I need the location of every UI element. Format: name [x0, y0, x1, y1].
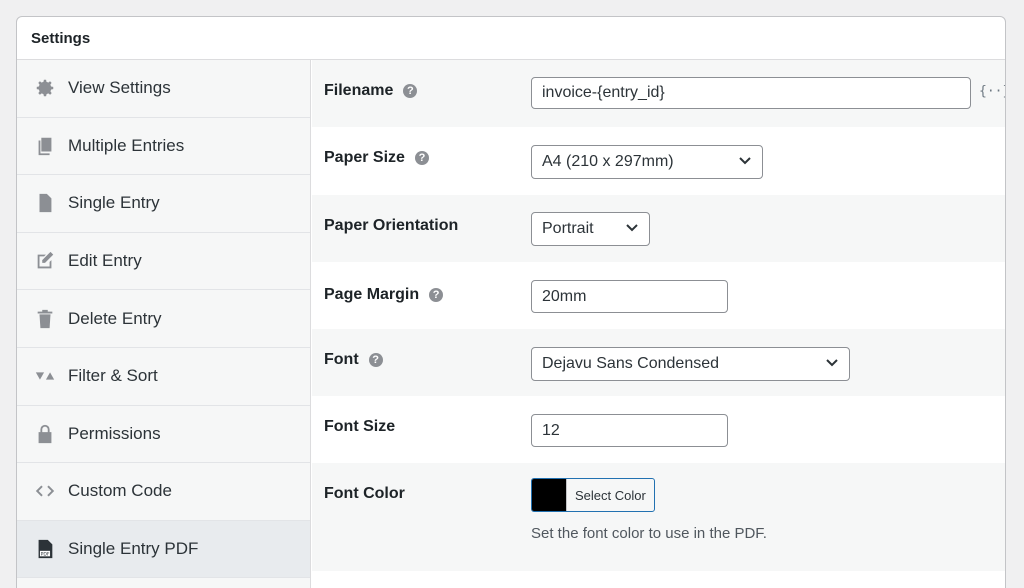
sidebar-item-single-entry-pdf[interactable]: PDF Single Entry PDF	[17, 520, 310, 579]
sidebar-item-custom-code[interactable]: Custom Code	[17, 463, 310, 521]
copy-icon	[33, 134, 57, 158]
settings-content: Filename ? invoice-{entry_id} {··} Paper…	[312, 60, 1005, 588]
paper-size-row: Paper Size ? A4 (210 x 297mm)	[312, 127, 1005, 195]
sidebar-item-label: Single Entry PDF	[68, 539, 199, 559]
font-color-description: Set the font color to use in the PDF.	[531, 525, 767, 542]
panel-title: Settings	[17, 17, 1005, 60]
sidebar-item-delete-entry[interactable]: Delete Entry	[17, 290, 310, 348]
help-icon[interactable]: ?	[368, 353, 383, 367]
chevron-down-icon	[825, 355, 839, 374]
gear-icon	[33, 76, 57, 100]
trash-icon	[33, 307, 57, 331]
font-select[interactable]: Dejavu Sans Condensed	[531, 347, 850, 381]
lock-icon	[33, 422, 57, 446]
font-label: Font	[324, 351, 359, 368]
font-size-input[interactable]: 12	[531, 414, 728, 447]
merge-tag-icon[interactable]: {··}	[979, 84, 1005, 99]
filename-row: Filename ? invoice-{entry_id} {··}	[312, 60, 1005, 127]
paper-size-label: Paper Size	[324, 149, 405, 166]
chevron-down-icon	[738, 153, 752, 172]
sidebar-item-label: Multiple Entries	[68, 135, 185, 155]
font-size-label: Font Size	[324, 418, 396, 435]
settings-sidebar: View Settings Multiple Entries Single En…	[17, 60, 311, 588]
font-value: Dejavu Sans Condensed	[542, 355, 720, 372]
font-row: Font ? Dejavu Sans Condensed	[312, 329, 1005, 396]
svg-text:PDF: PDF	[41, 551, 50, 557]
font-color-label: Font Color	[324, 485, 405, 502]
pdf-icon: PDF	[33, 537, 57, 561]
sidebar-item-label: Permissions	[68, 423, 161, 443]
paper-size-select[interactable]: A4 (210 x 297mm)	[531, 145, 763, 179]
sidebar-item-label: Single Entry	[68, 193, 160, 213]
sidebar-item-label: View Settings	[68, 78, 171, 98]
color-swatch	[532, 479, 567, 511]
help-icon[interactable]: ?	[429, 288, 444, 302]
paper-orientation-row: Paper Orientation Portrait	[312, 195, 1005, 262]
paper-size-value: A4 (210 x 297mm)	[542, 153, 674, 170]
paper-orientation-select[interactable]: Portrait	[531, 212, 650, 246]
paper-orientation-value: Portrait	[542, 220, 594, 237]
help-icon[interactable]: ?	[414, 151, 429, 165]
filename-input[interactable]: invoice-{entry_id}	[531, 77, 971, 109]
sidebar-item-label: Custom Code	[68, 481, 172, 501]
edit-icon	[33, 249, 57, 273]
filter-icon	[33, 364, 57, 388]
page-margin-input[interactable]: 20mm	[531, 280, 728, 313]
sidebar-item-label: Edit Entry	[68, 251, 142, 271]
filename-label: Filename	[324, 82, 394, 99]
sidebar-item-label: Delete Entry	[68, 308, 162, 328]
chevron-down-icon	[625, 220, 639, 239]
sidebar-item-view-settings[interactable]: View Settings	[17, 60, 310, 118]
sidebar-item-multiple-entries[interactable]: Multiple Entries	[17, 118, 310, 176]
page-margin-row: Page Margin ? 20mm	[312, 262, 1005, 329]
select-color-label: Select Color	[575, 487, 646, 503]
help-icon[interactable]: ?	[403, 84, 418, 98]
paper-orientation-label: Paper Orientation	[324, 217, 459, 234]
font-color-row: Font Color Select Color Set the font col…	[312, 463, 1005, 571]
document-icon	[33, 191, 57, 215]
sidebar-item-edit-entry[interactable]: Edit Entry	[17, 233, 310, 291]
code-icon	[33, 479, 57, 503]
select-color-button[interactable]: Select Color	[531, 478, 655, 512]
settings-panel: Settings View Settings Multiple Entries …	[16, 16, 1006, 588]
sidebar-item-label: Filter & Sort	[68, 366, 158, 386]
sidebar-item-permissions[interactable]: Permissions	[17, 406, 310, 464]
page-margin-label: Page Margin	[324, 286, 420, 303]
sidebar-item-single-entry[interactable]: Single Entry	[17, 175, 310, 233]
font-size-row: Font Size 12	[312, 396, 1005, 463]
sidebar-item-filter-sort[interactable]: Filter & Sort	[17, 348, 310, 406]
